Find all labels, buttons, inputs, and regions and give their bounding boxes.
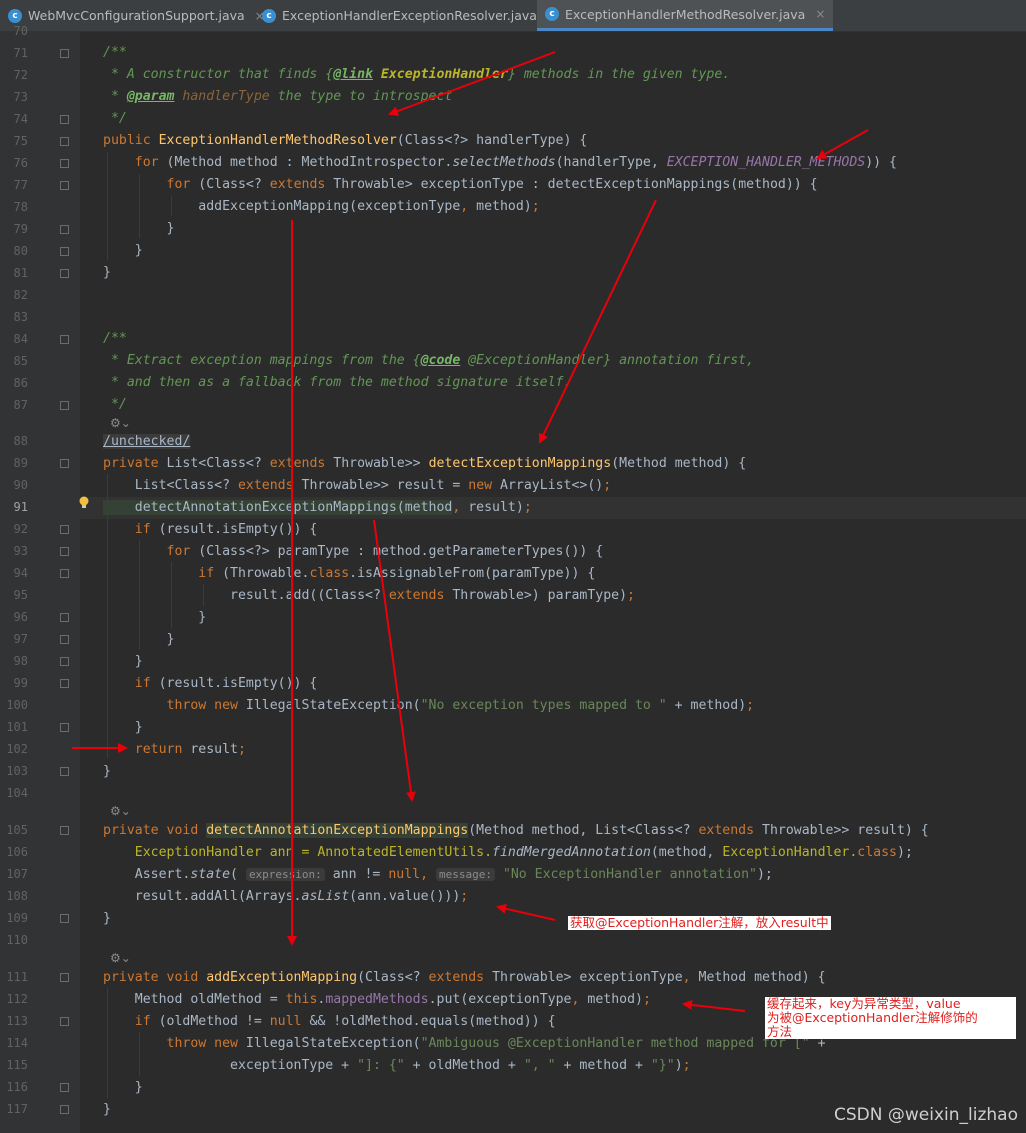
annotation-arrows [72,51,869,1012]
arrow-to-javadoc [388,51,556,116]
arrow-to-constant [816,129,869,159]
arrow-to-put [682,999,746,1012]
arrow-to-annotation-method [373,519,416,802]
arrow-to-detect-method [538,199,657,444]
watermark: CSDN @weixin_lizhao [834,1105,1018,1125]
arrow-to-addall [496,903,556,921]
